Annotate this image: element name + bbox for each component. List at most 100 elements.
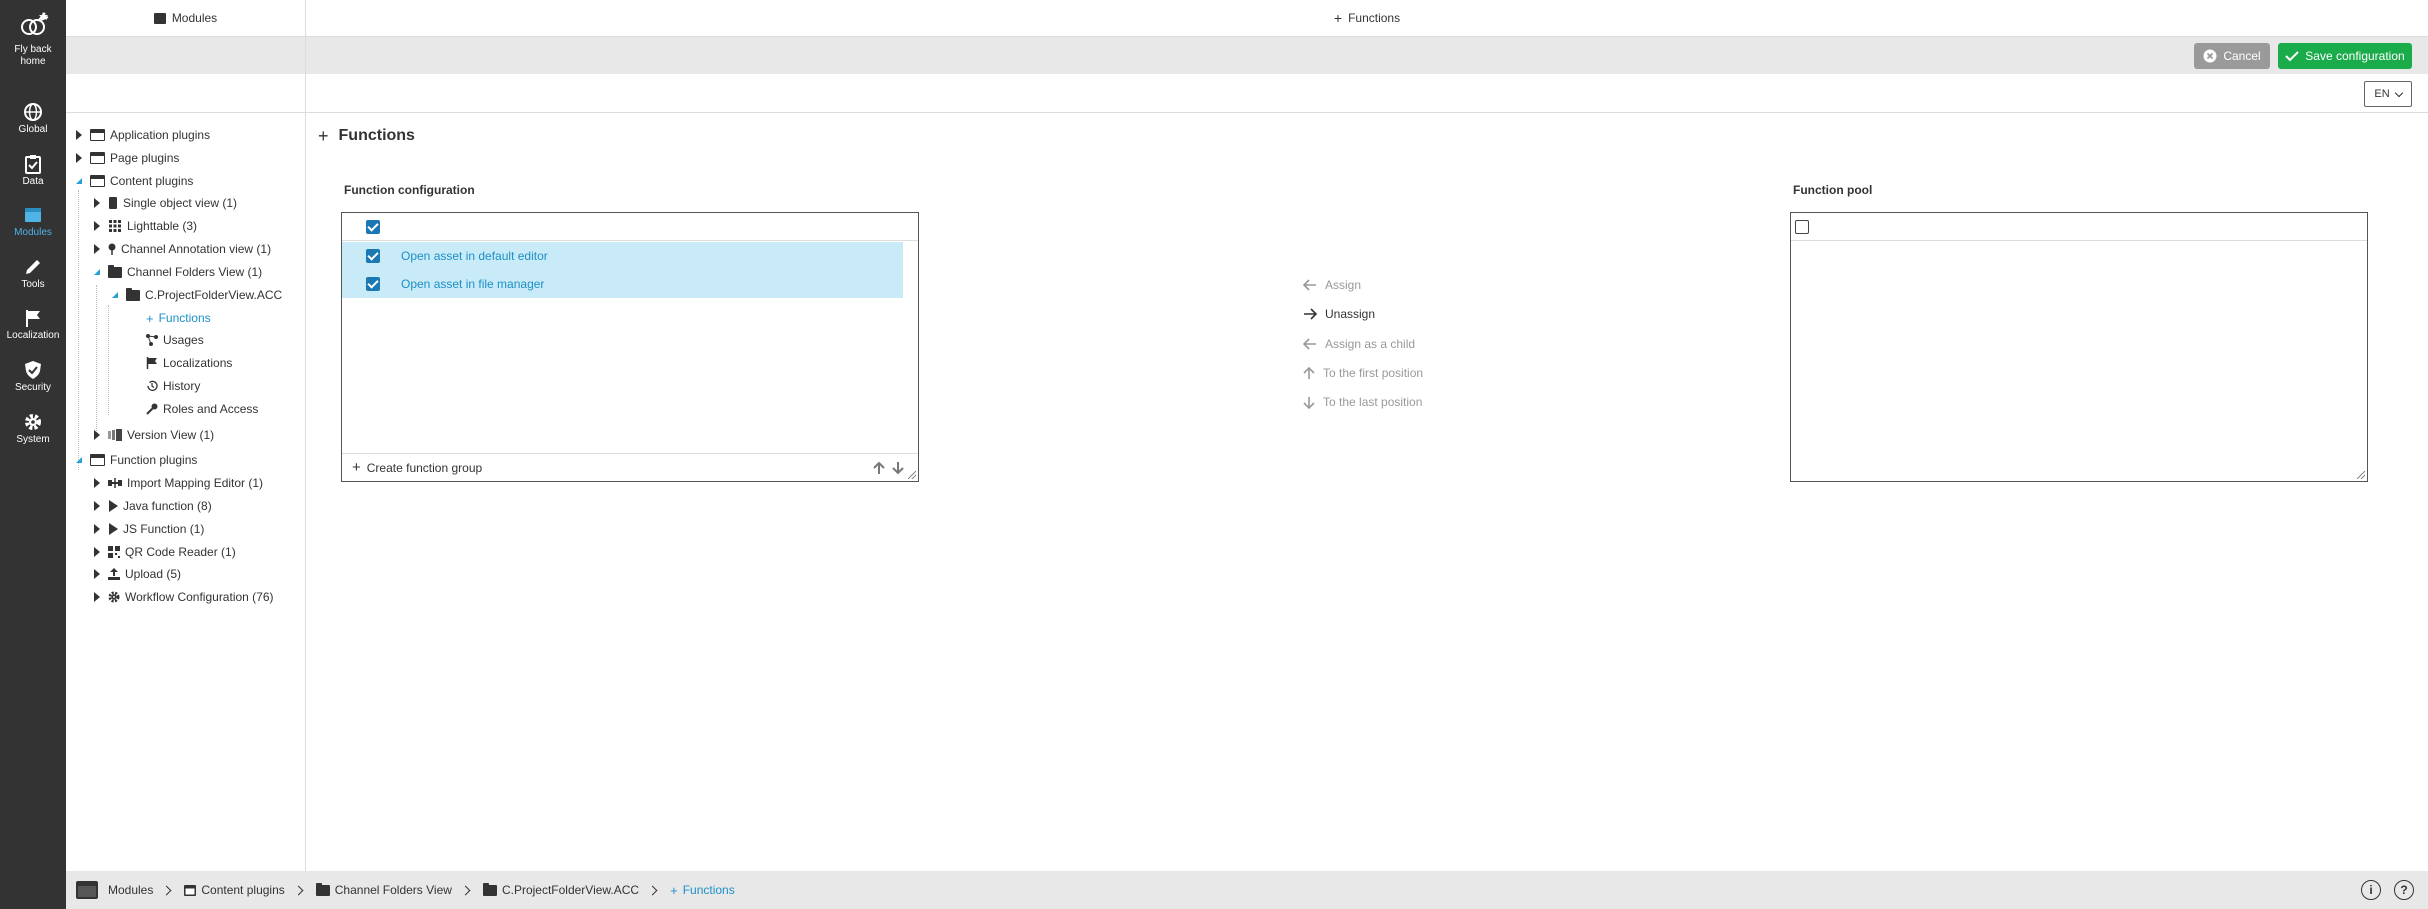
rail-label-tools: Tools: [21, 279, 45, 290]
collapse-toggle-icon[interactable]: [94, 269, 100, 275]
expand-toggle-icon[interactable]: [94, 478, 100, 488]
expand-toggle-icon[interactable]: [94, 430, 100, 440]
expand-toggle-icon[interactable]: [94, 547, 100, 557]
move-to-last-position-button[interactable]: To the last position: [1303, 393, 1422, 411]
tree-node-qr-code-reader[interactable]: QR Code Reader (1): [92, 542, 236, 562]
expand-toggle-icon[interactable]: [76, 130, 82, 140]
cancel-button[interactable]: Cancel: [2194, 43, 2270, 69]
play-icon: [109, 523, 118, 535]
rail-item-security[interactable]: Security: [0, 360, 66, 394]
folder-icon: [315, 882, 330, 896]
collapse-toggle-icon[interactable]: [76, 178, 82, 184]
breadcrumb-label: Content plugins: [201, 883, 285, 897]
globe-icon: [24, 103, 42, 121]
tree-node-usages[interactable]: Usages: [146, 330, 204, 350]
rail-item-data[interactable]: Data: [0, 154, 66, 188]
tree-spacer: [66, 74, 305, 113]
tree-node-page-plugins[interactable]: Page plugins: [74, 148, 179, 168]
tree-node-js-function[interactable]: JS Function (1): [92, 519, 204, 539]
rail-label-localization: Localization: [6, 330, 60, 341]
resize-grip[interactable]: [2357, 471, 2365, 479]
tree-node-project-folder-view-acc[interactable]: C.ProjectFolderView.ACC: [110, 285, 282, 305]
close-circle-icon: [2203, 49, 2217, 63]
expand-toggle-icon[interactable]: [76, 153, 82, 163]
expand-toggle-icon[interactable]: [94, 244, 100, 254]
move-to-first-position-button[interactable]: To the first position: [1303, 364, 1423, 382]
select-all-checkbox[interactable]: [366, 220, 380, 234]
module-folder-icon: [90, 454, 105, 466]
expand-toggle-icon[interactable]: [94, 221, 100, 231]
function-row[interactable]: Open asset in default editor: [342, 242, 903, 270]
tree-node-functions[interactable]: + Functions: [146, 308, 211, 328]
tree-node-label: Workflow Configuration (76): [125, 590, 274, 604]
module-tree-pane: Modules Application plugins Page plugins…: [66, 0, 306, 871]
rail-item-modules[interactable]: Modules: [0, 205, 66, 239]
rail-item-global[interactable]: Global: [0, 102, 66, 136]
expand-toggle-icon[interactable]: [94, 569, 100, 579]
gear-icon: [108, 591, 120, 603]
assign-button[interactable]: Assign: [1303, 276, 1361, 294]
unassign-label: Unassign: [1325, 307, 1376, 321]
create-function-group-button[interactable]: + Create function group: [352, 459, 482, 476]
expand-toggle-icon[interactable]: [94, 501, 100, 511]
chevron-down-icon: [2394, 88, 2403, 97]
move-up-icon[interactable]: [873, 462, 885, 475]
plus-icon: +: [670, 882, 678, 898]
info-icon[interactable]: i: [2361, 880, 2381, 900]
breadcrumb-item-functions[interactable]: + Functions: [670, 883, 735, 898]
tree-guide: [78, 190, 79, 470]
rail-item-system[interactable]: System: [0, 412, 66, 446]
gear-icon: [25, 414, 41, 430]
expand-toggle-icon[interactable]: [94, 592, 100, 602]
expand-toggle-icon[interactable]: [94, 198, 100, 208]
tree-node-history[interactable]: History: [146, 376, 200, 396]
row-checkbox[interactable]: [366, 277, 380, 291]
tree-node-lighttable[interactable]: Lighttable (3): [92, 216, 197, 236]
function-row-label: Open asset in default editor: [401, 249, 548, 263]
key-icon: [146, 403, 158, 415]
tree-node-import-mapping-editor[interactable]: Import Mapping Editor (1): [92, 473, 263, 493]
tree-node-version-view[interactable]: Version View (1): [92, 425, 214, 445]
help-icon[interactable]: ?: [2394, 880, 2414, 900]
tree-node-application-plugins[interactable]: Application plugins: [74, 125, 210, 145]
select-all-checkbox[interactable]: [1795, 220, 1809, 234]
collapse-toggle-icon[interactable]: [76, 457, 82, 463]
expand-toggle-icon[interactable]: [94, 524, 100, 534]
function-configuration-list[interactable]: Open asset in default editor Open asset …: [341, 212, 919, 482]
tree-node-label: Upload (5): [125, 567, 182, 581]
tree-node-content-plugins[interactable]: Content plugins: [74, 171, 193, 191]
tree-node-upload[interactable]: Upload (5): [92, 564, 181, 584]
tree-node-label: Usages: [163, 333, 204, 347]
assign-as-child-button[interactable]: Assign as a child: [1303, 335, 1415, 353]
modules-icon: [76, 881, 98, 899]
plus-icon: +: [1333, 10, 1343, 26]
breadcrumb-item-modules[interactable]: Modules: [76, 881, 153, 899]
tree-node-label: QR Code Reader (1): [125, 545, 236, 559]
row-checkbox[interactable]: [366, 249, 380, 263]
collapse-toggle-icon[interactable]: [112, 292, 118, 298]
save-configuration-button[interactable]: Save configuration: [2278, 43, 2412, 69]
breadcrumb-item-content-plugins[interactable]: Content plugins: [184, 883, 285, 897]
breadcrumb-item-project-folder-view-acc[interactable]: C.ProjectFolderView.ACC: [482, 882, 639, 897]
arrow-up-icon: [1303, 366, 1315, 379]
function-row[interactable]: Open asset in file manager: [342, 270, 903, 298]
tree-node-workflow-configuration[interactable]: Workflow Configuration (76): [92, 587, 274, 607]
move-down-icon[interactable]: [892, 462, 904, 475]
language-select[interactable]: EN: [2364, 81, 2412, 107]
tree-node-channel-annotation-view[interactable]: Channel Annotation view (1): [92, 239, 271, 259]
tree-node-function-plugins[interactable]: Function plugins: [74, 450, 197, 470]
unassign-button[interactable]: Unassign: [1303, 305, 1375, 323]
function-pool-list[interactable]: [1790, 212, 2368, 482]
resize-grip[interactable]: [908, 471, 916, 479]
tree-node-localizations[interactable]: Localizations: [146, 353, 232, 373]
tree-node-single-object-view[interactable]: Single object view (1): [92, 193, 237, 213]
language-value: EN: [2374, 88, 2390, 100]
breadcrumb-item-channel-folders-view[interactable]: Channel Folders View: [315, 882, 452, 897]
rail-item-fly-back-home[interactable]: Fly back home: [0, 10, 66, 68]
rail-item-tools[interactable]: Tools: [0, 257, 66, 291]
tree-node-roles-and-access[interactable]: Roles and Access: [146, 399, 258, 419]
tree-node-channel-folders-view[interactable]: Channel Folders View (1): [92, 262, 262, 282]
tree-node-java-function[interactable]: Java function (8): [92, 496, 212, 516]
tree-node-label: Function plugins: [110, 453, 198, 467]
rail-item-localization[interactable]: Localization: [0, 308, 66, 342]
